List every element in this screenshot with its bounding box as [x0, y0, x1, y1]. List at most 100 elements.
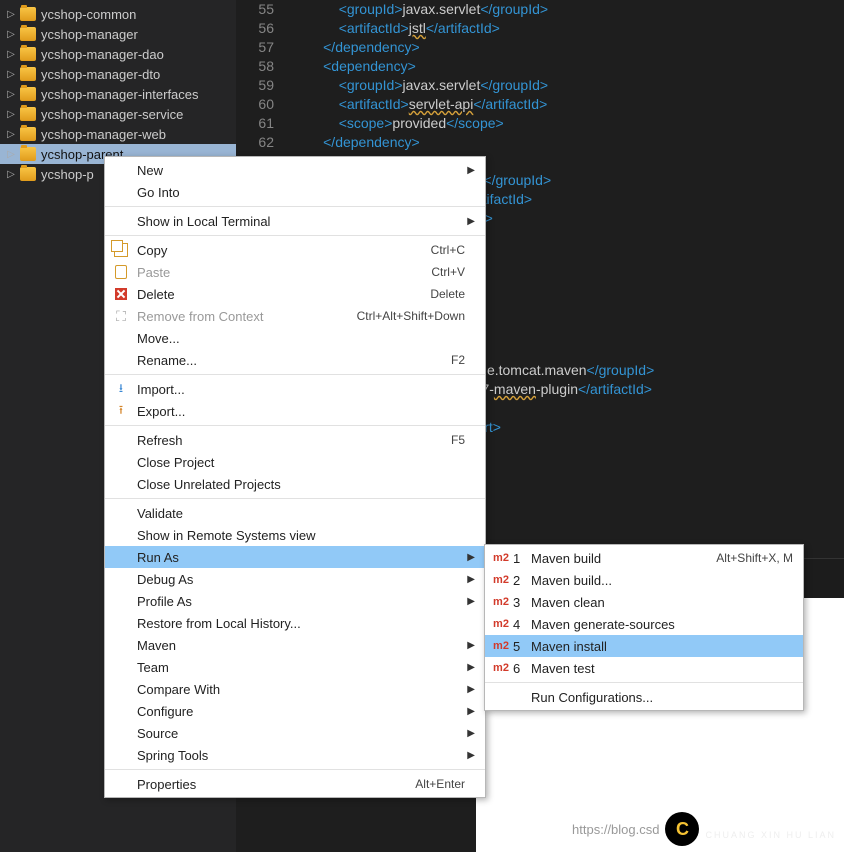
code-line[interactable]: <groupId>javax.servlet</groupId> — [292, 76, 844, 95]
menu-item-team[interactable]: Team▶ — [105, 656, 485, 678]
line-number: 56 — [236, 19, 282, 38]
menu-shortcut: F5 — [451, 433, 465, 447]
menu-item-export-[interactable]: ⭱Export... — [105, 400, 485, 422]
watermark-brand-sub: CHUANG XIN HU LIAN — [705, 831, 836, 840]
menu-item-validate[interactable]: Validate — [105, 502, 485, 524]
menu-item-show-in-remote-systems-view[interactable]: Show in Remote Systems view — [105, 524, 485, 546]
code-line[interactable]: <artifactId>servlet-api</artifactId> — [292, 95, 844, 114]
menu-item-new[interactable]: New▶ — [105, 159, 485, 181]
expand-arrow-icon[interactable]: ▷ — [6, 9, 16, 19]
menu-shortcut: Alt+Enter — [415, 777, 465, 791]
menu-item-rename-[interactable]: Rename...F2 — [105, 349, 485, 371]
menu-icon — [109, 288, 133, 300]
code-line[interactable]: <scope>provided</scope> — [292, 114, 844, 133]
tree-item-ycshop-manager-web[interactable]: ▷ ycshop-manager-web — [0, 124, 236, 144]
menu-label: Debug As — [133, 572, 465, 587]
expand-arrow-icon[interactable]: ▷ — [6, 129, 16, 139]
code-line[interactable]: <groupId>javax.servlet</groupId> — [292, 0, 844, 19]
menu-label: Properties — [133, 777, 415, 792]
submenu-arrow-icon: ▶ — [465, 216, 475, 227]
expand-arrow-icon[interactable]: ▷ — [6, 89, 16, 99]
menu-item-delete[interactable]: DeleteDelete — [105, 283, 485, 305]
menu-item-close-project[interactable]: Close Project — [105, 451, 485, 473]
menu-label: Copy — [133, 243, 431, 258]
tree-item-ycshop-manager-dao[interactable]: ▷ ycshop-manager-dao — [0, 44, 236, 64]
folder-icon — [20, 27, 36, 41]
menu-item-restore-from-local-history-[interactable]: Restore from Local History... — [105, 612, 485, 634]
line-number: 62 — [236, 133, 282, 152]
submenu-item-maven-clean[interactable]: m2 3 Maven clean — [485, 591, 803, 613]
code-line[interactable]: </dependency> — [292, 38, 844, 57]
menu-item-spring-tools[interactable]: Spring Tools▶ — [105, 744, 485, 766]
menu-item-import-[interactable]: ⭳Import... — [105, 378, 485, 400]
menu-item-close-unrelated-projects[interactable]: Close Unrelated Projects — [105, 473, 485, 495]
menu-item-copy[interactable]: CopyCtrl+C — [105, 239, 485, 261]
submenu-item-maven-generate-sources[interactable]: m2 4 Maven generate-sources — [485, 613, 803, 635]
menu-item-refresh[interactable]: RefreshF5 — [105, 429, 485, 451]
menu-label: Configure — [133, 704, 465, 719]
run-as-submenu[interactable]: m2 1 Maven build Alt+Shift+X, Mm2 2 Mave… — [484, 544, 804, 711]
menu-item-properties[interactable]: PropertiesAlt+Enter — [105, 773, 485, 795]
folder-icon — [20, 167, 36, 181]
expand-arrow-icon[interactable]: ▷ — [6, 109, 16, 119]
watermark-url: https://blog.csd — [572, 822, 659, 837]
menu-label: Export... — [133, 404, 465, 419]
menu-label: Paste — [133, 265, 431, 280]
tree-item-label: ycshop-manager-web — [41, 127, 166, 142]
menu-item-move-[interactable]: Move... — [105, 327, 485, 349]
menu-item-show-in-local-terminal[interactable]: Show in Local Terminal▶ — [105, 210, 485, 232]
menu-separator — [105, 206, 485, 207]
submenu-item-maven-build-[interactable]: m2 2 Maven build... — [485, 569, 803, 591]
expand-arrow-icon[interactable]: ▷ — [6, 29, 16, 39]
submenu-label: Maven test — [527, 661, 793, 676]
menu-label: Go Into — [133, 185, 465, 200]
submenu-item-maven-install[interactable]: m2 5 Maven install — [485, 635, 803, 657]
menu-separator — [105, 374, 485, 375]
menu-item-maven[interactable]: Maven▶ — [105, 634, 485, 656]
menu-item-debug-as[interactable]: Debug As▶ — [105, 568, 485, 590]
tree-item-ycshop-common[interactable]: ▷ ycshop-common — [0, 4, 236, 24]
tree-item-label: ycshop-manager — [41, 27, 138, 42]
menu-icon — [109, 265, 133, 279]
line-number: 59 — [236, 76, 282, 95]
submenu-item-maven-test[interactable]: m2 6 Maven test — [485, 657, 803, 679]
menu-item-go-into[interactable]: Go Into — [105, 181, 485, 203]
submenu-index: 6 — [513, 661, 527, 676]
menu-label: Remove from Context — [133, 309, 357, 324]
submenu-index: 1 — [513, 551, 527, 566]
submenu-index: 2 — [513, 573, 527, 588]
expand-arrow-icon[interactable]: ▷ — [6, 69, 16, 79]
code-line[interactable]: </dependency> — [292, 133, 844, 152]
watermark: https://blog.csd C 创新互联 CHUANG XIN HU LI… — [572, 812, 836, 846]
tree-item-ycshop-manager[interactable]: ▷ ycshop-manager — [0, 24, 236, 44]
tree-item-ycshop-manager-service[interactable]: ▷ ycshop-manager-service — [0, 104, 236, 124]
menu-label: Spring Tools — [133, 748, 465, 763]
menu-shortcut: Ctrl+V — [431, 265, 465, 279]
context-menu[interactable]: New▶ Go Into Show in Local Terminal▶ CopyCt… — [104, 156, 486, 798]
submenu-arrow-icon: ▶ — [465, 662, 475, 673]
tree-item-ycshop-manager-interfaces[interactable]: ▷ ycshop-manager-interfaces — [0, 84, 236, 104]
menu-item-profile-as[interactable]: Profile As▶ — [105, 590, 485, 612]
menu-label: Restore from Local History... — [133, 616, 465, 631]
expand-arrow-icon[interactable]: ▷ — [6, 149, 16, 159]
menu-separator — [105, 425, 485, 426]
tree-item-ycshop-manager-dto[interactable]: ▷ ycshop-manager-dto — [0, 64, 236, 84]
submenu-label: Maven clean — [527, 595, 793, 610]
code-line[interactable]: <artifactId>jstl</artifactId> — [292, 19, 844, 38]
menu-item-run-as[interactable]: Run As▶ — [105, 546, 485, 568]
menu-item-configure[interactable]: Configure▶ — [105, 700, 485, 722]
code-line[interactable]: <dependency> — [292, 57, 844, 76]
submenu-item-maven-build[interactable]: m2 1 Maven build Alt+Shift+X, M — [485, 547, 803, 569]
submenu-arrow-icon: ▶ — [465, 684, 475, 695]
menu-label: Compare With — [133, 682, 465, 697]
folder-icon — [20, 107, 36, 121]
expand-arrow-icon[interactable]: ▷ — [6, 49, 16, 59]
menu-item-source[interactable]: Source▶ — [105, 722, 485, 744]
maven-icon: m2 — [489, 640, 513, 652]
expand-arrow-icon[interactable]: ▷ — [6, 169, 16, 179]
menu-item-compare-with[interactable]: Compare With▶ — [105, 678, 485, 700]
menu-item-paste: PasteCtrl+V — [105, 261, 485, 283]
submenu-item-run-configurations[interactable]: Run Configurations... — [485, 686, 803, 708]
menu-separator — [105, 769, 485, 770]
submenu-arrow-icon: ▶ — [465, 728, 475, 739]
